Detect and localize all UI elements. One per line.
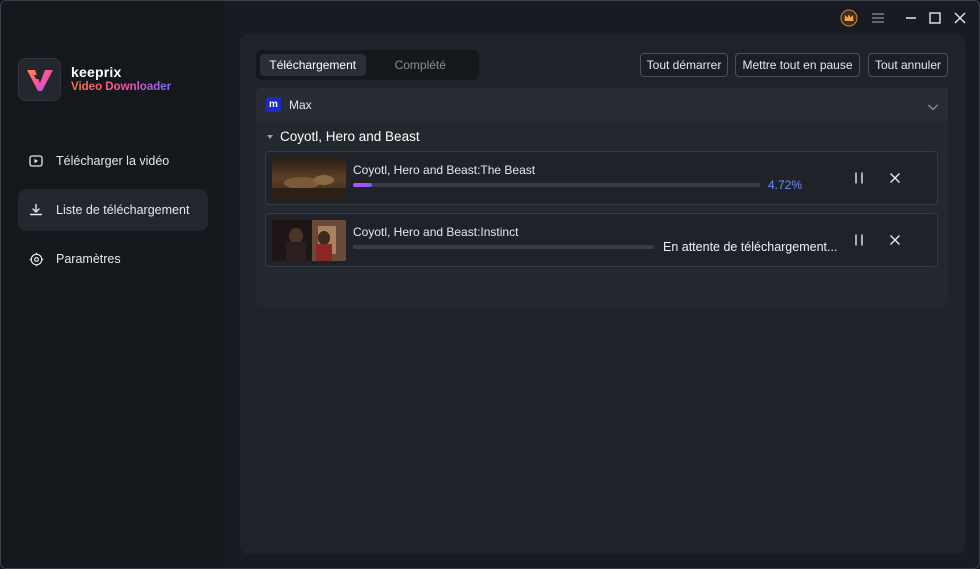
video-thumbnail <box>272 220 346 261</box>
tab-completed[interactable]: Complété <box>366 54 475 76</box>
series-title: Coyotl, Hero and Beast <box>280 129 420 144</box>
item-title: Coyotl, Hero and Beast:Instinct <box>353 225 519 239</box>
close-icon[interactable] <box>951 9 969 27</box>
pause-icon[interactable] <box>850 169 868 187</box>
caret-down-icon <box>266 134 274 140</box>
sidebar: keeprix Video Downloader Télécharger la … <box>1 1 223 568</box>
sidebar-item-label: Paramètres <box>56 252 121 266</box>
download-item: Coyotl, Hero and Beast:The Beast 4.72% <box>265 151 938 205</box>
sidebar-item-settings[interactable]: Paramètres <box>18 238 208 280</box>
cancel-item-icon[interactable] <box>886 231 904 249</box>
progress-bar <box>353 183 760 187</box>
sidebar-item-download-video[interactable]: Télécharger la vidéo <box>18 140 208 182</box>
download-icon <box>28 202 44 218</box>
pause-icon[interactable] <box>850 231 868 249</box>
series-group: Coyotl, Hero and Beast Coyotl, Hero and … <box>256 121 948 307</box>
app-logo <box>18 58 61 101</box>
menu-icon[interactable] <box>869 9 887 27</box>
app-name: keeprix <box>71 64 122 80</box>
app-subtitle: Video Downloader <box>71 81 172 93</box>
download-panel: Téléchargement Complété Tout démarrer Me… <box>240 34 965 554</box>
download-item: Coyotl, Hero and Beast:Instinct En atten… <box>265 213 938 267</box>
minimize-icon[interactable] <box>902 9 920 27</box>
video-thumbnail <box>272 158 346 199</box>
cancel-item-icon[interactable] <box>886 169 904 187</box>
app-window: keeprix Video Downloader Télécharger la … <box>0 0 980 569</box>
progress-fill <box>353 183 373 187</box>
tab-bar: Téléchargement Complété <box>256 50 479 80</box>
chevron-down-icon[interactable] <box>927 99 939 117</box>
sidebar-item-download-list[interactable]: Liste de téléchargement <box>18 189 208 231</box>
service-group-header[interactable]: m Max <box>256 88 948 121</box>
pause-all-button[interactable]: Mettre tout en pause <box>735 53 860 77</box>
status-text: En attente de téléchargement... <box>663 240 838 254</box>
sidebar-item-label: Télécharger la vidéo <box>56 154 170 168</box>
crown-icon[interactable] <box>840 9 858 27</box>
start-all-button[interactable]: Tout démarrer <box>640 53 728 77</box>
progress-bar <box>353 245 654 249</box>
maximize-icon[interactable] <box>926 9 944 27</box>
item-title: Coyotl, Hero and Beast:The Beast <box>353 163 536 177</box>
logo-icon <box>26 69 53 91</box>
series-header[interactable]: Coyotl, Hero and Beast <box>266 129 420 144</box>
tab-downloading[interactable]: Téléchargement <box>260 54 366 76</box>
play-icon <box>28 153 44 169</box>
gear-icon <box>28 251 44 267</box>
max-logo-icon: m <box>266 97 281 112</box>
sidebar-item-label: Liste de téléchargement <box>56 203 190 217</box>
service-name: Max <box>289 97 312 112</box>
cancel-all-button[interactable]: Tout annuler <box>868 53 948 77</box>
progress-percent: 4.72% <box>768 178 803 192</box>
